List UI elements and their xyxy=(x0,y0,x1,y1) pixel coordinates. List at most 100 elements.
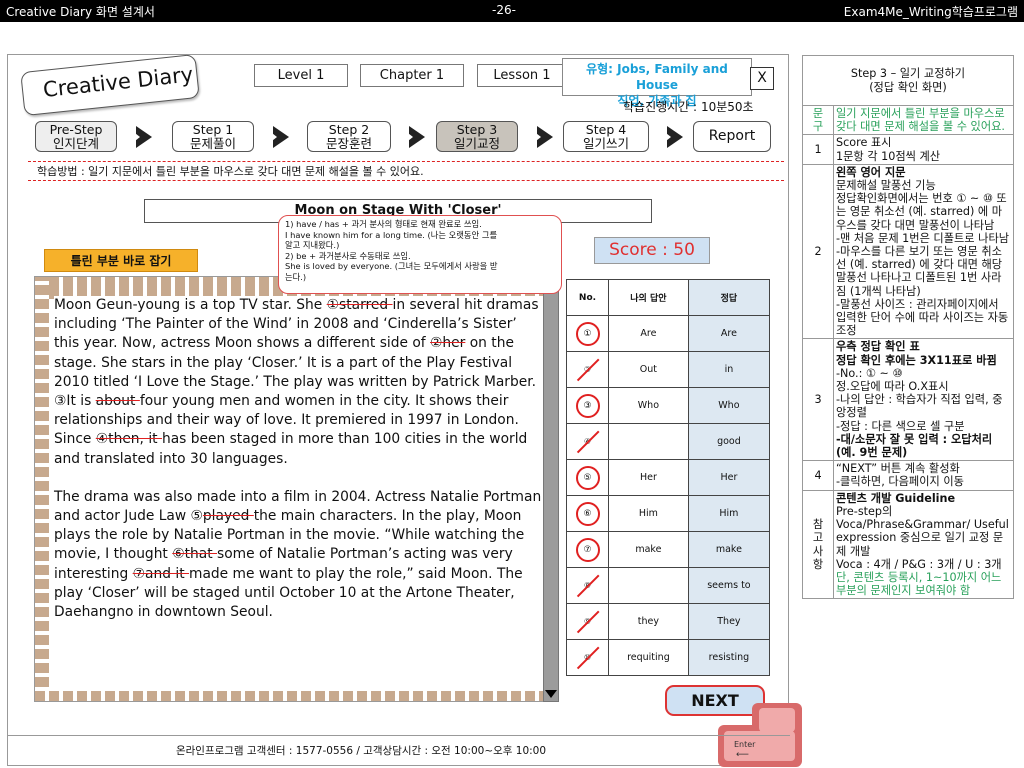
annotation-line: 1문항 각 10점씩 계산 xyxy=(836,149,941,163)
close-button[interactable]: X xyxy=(750,67,774,90)
col-header-my-answer: 나의 답안 xyxy=(608,279,689,316)
wrong-phrase[interactable]: ②her xyxy=(430,335,465,351)
wrong-mark-icon: ⑨ xyxy=(575,609,601,635)
wrong-mark-icon: ② xyxy=(575,357,601,383)
col-header-correct: 정답 xyxy=(687,279,771,316)
annotation-panel: Step 3 – 일기 교정하기 (정답 확인 화면) 문 구 일기 지문에서 틀린 … xyxy=(802,55,1014,759)
answer-row: ⑦ make make xyxy=(566,531,771,568)
step-4[interactable]: Step 4 일기쓰기 xyxy=(563,121,649,152)
annotation-line: 콘텐츠 개발 Guideline xyxy=(836,491,956,505)
annotation-line: -나의 답안 : 학습자가 직접 입력, 중앙정렬 xyxy=(836,393,1003,420)
tooltip-line: She is loved by everyone. (그녀는 모두에게서 사랑을… xyxy=(285,261,498,271)
answer-row: ② Out in xyxy=(566,351,771,388)
wrong-phrase[interactable]: ①starred xyxy=(327,297,393,313)
step-3[interactable]: Step 3 일기교정 xyxy=(436,121,518,152)
chevron-right-icon xyxy=(126,126,152,148)
wrong-phrase[interactable]: played xyxy=(203,508,254,524)
col-header-no: No. xyxy=(566,279,609,316)
study-time-value: 10분50초 xyxy=(700,100,754,114)
my-answer-cell: they xyxy=(608,603,689,640)
answer-row: ⑤ Her Her xyxy=(566,459,771,496)
step-pre[interactable]: Pre-Step 인지단계 xyxy=(35,121,117,152)
annotation-line: 일기 지문에서 틀린 부분을 마우스로 갖다 대면 문제 해설을 볼 수 있어요… xyxy=(836,107,1005,134)
answer-no-cell: ⑧ xyxy=(566,567,609,604)
passage-segment: Moon Geun-young is a top TV star. She xyxy=(54,297,327,313)
scroll-down-icon[interactable] xyxy=(545,690,557,698)
answer-no-cell: ③ xyxy=(566,387,609,424)
document-header: Creative Diary 화면 설계서 -26- Exam4Me_Writi… xyxy=(0,0,1024,22)
answer-row: ④ good xyxy=(566,423,771,460)
my-answer-cell: Him xyxy=(608,495,689,532)
wrong-phrase[interactable]: about xyxy=(96,393,140,409)
annotation-row: 2 왼쪽 영어 지문 문제해설 말풍선 기능 정답확인화면에서는 번호 ① ~ ⑩ 또… xyxy=(802,163,1014,340)
step-3-label2: 일기교정 xyxy=(453,136,500,151)
annotation-content: “NEXT” 버튼 계속 활성화 -클릭하면, 다음페이지 이동 xyxy=(833,460,1014,491)
score-display: Score : 50 xyxy=(594,237,710,264)
answer-row: ① Are Are xyxy=(566,315,771,352)
my-answer-cell: Her xyxy=(608,459,689,496)
annotation-line: -클릭하면, 다음페이지 이동 xyxy=(836,475,964,489)
annotation-line: -No.: ① ~ ⑩ xyxy=(836,366,903,380)
wrong-mark-icon: ④ xyxy=(575,429,601,455)
annotation-key: 1 xyxy=(802,134,834,165)
chevron-right-icon xyxy=(263,126,289,148)
wrong-mark-icon: ⑧ xyxy=(575,573,601,599)
annotation-line: 우측 정답 확인 표 xyxy=(836,340,920,354)
topic-type-box: 유형: Jobs, Family and House 직업, 가족과 집 xyxy=(562,58,752,108)
answer-no-cell: ⑤ xyxy=(566,459,609,496)
lesson-selector[interactable]: Lesson 1 xyxy=(477,64,567,87)
wrong-phrase[interactable]: ④then, it xyxy=(96,431,162,447)
step-pre-label1: Pre-Step xyxy=(49,122,103,137)
app-window: Creative Diary Level 1 Chapter 1 Lesson … xyxy=(7,53,802,767)
answer-row: ③ Who Who xyxy=(566,387,771,424)
annotation-content: 콘텐츠 개발 Guideline Pre-step의 Voca/Phrase&Gr… xyxy=(833,489,1014,600)
correct-answer-cell: Are xyxy=(687,315,771,352)
my-answer-cell: Out xyxy=(608,351,689,388)
correct-answer-cell: Him xyxy=(687,495,771,532)
annotation-line: Voca : 4개 / P&G : 3개 / U : 3개 xyxy=(836,557,1002,571)
level-selector[interactable]: Level 1 xyxy=(254,64,348,87)
passage-paragraph-2: The drama was also made into a film in 2… xyxy=(54,488,546,622)
correct-errors-tag: 틀린 부분 바로 잡기 xyxy=(44,249,198,272)
answer-row: ⑨ they They xyxy=(566,603,771,640)
correct-answer-cell: Her xyxy=(687,459,771,496)
correct-mark-icon: ⑤ xyxy=(575,465,600,490)
annotation-line: Pre-step의 Voca/Phrase&Grammar/ Useful ex… xyxy=(836,504,1009,558)
paper-border-bottom xyxy=(35,691,558,701)
step-1[interactable]: Step 1 문제풀이 xyxy=(172,121,254,152)
wrong-phrase[interactable]: ⑥that xyxy=(172,546,217,562)
annotation-key: 문구 xyxy=(802,104,834,136)
wrong-mark-icon: ⑩ xyxy=(575,645,601,671)
step-2[interactable]: Step 2 문장훈련 xyxy=(307,121,391,152)
chapter-selector[interactable]: Chapter 1 xyxy=(360,64,464,87)
step-4-label2: 일기쓰기 xyxy=(582,136,629,151)
report-button[interactable]: Report xyxy=(693,121,771,152)
correct-mark-icon: ③ xyxy=(575,393,600,418)
correct-answer-cell: good xyxy=(687,423,771,460)
my-answer-cell: Are xyxy=(608,315,689,352)
step-2-label2: 문장훈련 xyxy=(325,136,372,151)
answer-no-cell: ⑩ xyxy=(566,639,609,676)
annotation-line: -정답 : 다른 색으로 셀 구분 xyxy=(836,419,965,433)
annotation-content: 일기 지문에서 틀린 부분을 마우스로 갖다 대면 문제 해설을 볼 수 있어요… xyxy=(833,104,1014,136)
answer-no-cell: ⑦ xyxy=(566,531,609,568)
annotation-line: 문제해설 말풍선 기능 xyxy=(836,179,936,193)
passage-scrollbar[interactable] xyxy=(543,276,559,702)
wrong-phrase[interactable]: ⑦and it xyxy=(133,566,189,582)
answer-no-cell: ④ xyxy=(566,423,609,460)
divider xyxy=(28,180,784,181)
creative-diary-logo: Creative Diary xyxy=(20,53,200,117)
annotation-key: 참고사항 xyxy=(802,489,834,600)
step-1-label2: 문제풀이 xyxy=(189,136,236,151)
customer-center-footer: 온라인프로그램 고객센터 : 1577-0556 / 고객상담시간 : 오전 1… xyxy=(8,735,790,766)
annotation-row: 문 구 일기 지문에서 틀린 부분을 마우스로 갖다 대면 문제 해설을 볼 수 있… xyxy=(802,104,1014,136)
answer-row: ⑥ Him Him xyxy=(566,495,771,532)
correct-answer-cell: Who xyxy=(687,387,771,424)
step-1-label1: Step 1 xyxy=(192,122,234,137)
study-time: 학습진행시간 : 10분50초 xyxy=(623,98,754,115)
step-2-label1: Step 2 xyxy=(328,122,370,137)
correct-answer-cell: resisting xyxy=(687,639,771,676)
answer-table: No. 나의 답안 정답 ① Are Are ② Out in ③ Who Who ④ good ⑤ H… xyxy=(566,279,771,676)
my-answer-cell: make xyxy=(608,531,689,568)
answer-row: ⑩ requiting resisting xyxy=(566,639,771,676)
